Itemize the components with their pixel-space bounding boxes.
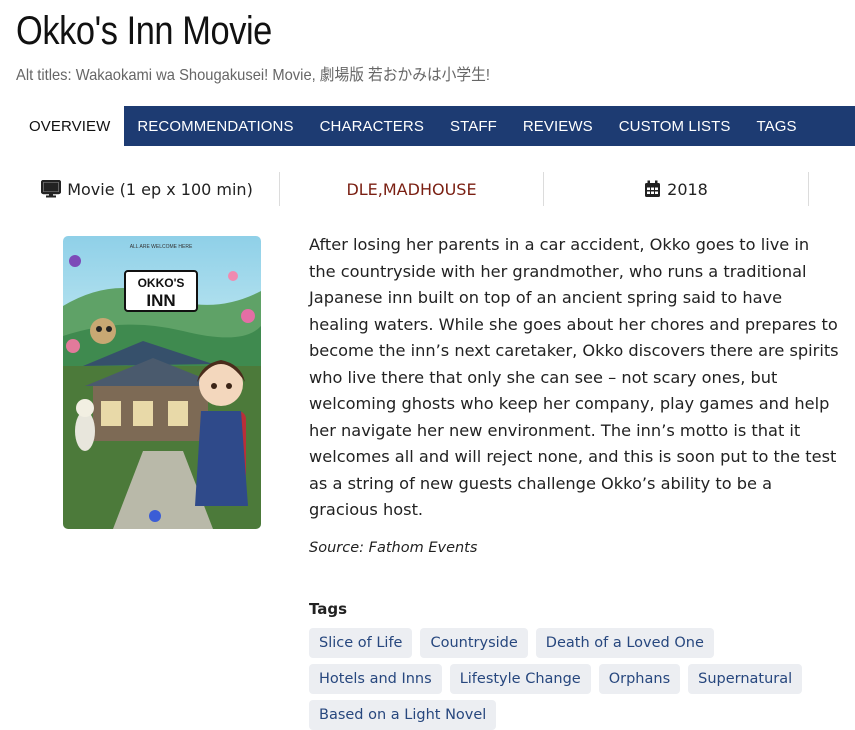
- tab-navigation: OVERVIEW RECOMMENDATIONS CHARACTERS STAF…: [15, 106, 855, 146]
- tag-countryside[interactable]: Countryside: [420, 628, 528, 658]
- info-bar: Movie (1 ep x 100 min) DLE, MADHOUSE 201…: [15, 172, 841, 206]
- year-info: 2018: [544, 172, 809, 206]
- tab-tags[interactable]: TAGS: [744, 106, 810, 146]
- tag-supernatural[interactable]: Supernatural: [688, 664, 803, 694]
- studio-link-dle[interactable]: DLE: [346, 180, 377, 199]
- poster-logo-line2: INN: [146, 291, 175, 310]
- page-title: Okko's Inn Movie: [16, 9, 272, 53]
- synopsis-source: Source: Fathom Events: [309, 540, 478, 556]
- poster-logo-line1: OKKO'S: [138, 276, 185, 290]
- poster-tagline: ALL ARE WELCOME HERE: [130, 244, 193, 250]
- tab-staff[interactable]: STAFF: [437, 106, 510, 146]
- type-info: Movie (1 ep x 100 min): [15, 172, 280, 206]
- release-year: 2018: [667, 179, 708, 199]
- tag-death-of-a-loved-one[interactable]: Death of a Loved One: [535, 628, 714, 658]
- tab-reviews[interactable]: REVIEWS: [510, 106, 606, 146]
- synopsis: After losing her parents in a car accide…: [309, 235, 839, 519]
- tags-list: Slice of Life Countryside Death of a Lov…: [309, 628, 849, 730]
- studio-link-madhouse[interactable]: MADHOUSE: [383, 180, 477, 199]
- monitor-icon: [41, 180, 62, 198]
- alt-titles-value: Wakaokami wa Shougakusei! Movie, 劇場版 若おか…: [75, 67, 490, 84]
- alt-titles-label: Alt titles:: [16, 67, 72, 84]
- tab-overview[interactable]: OVERVIEW: [15, 106, 125, 146]
- tag-hotels-and-inns[interactable]: Hotels and Inns: [309, 664, 442, 694]
- alt-titles: Alt titles: Wakaokami wa Shougakusei! Mo…: [16, 64, 490, 88]
- studios-info: DLE, MADHOUSE: [280, 172, 544, 206]
- tab-custom-lists[interactable]: CUSTOM LISTS: [606, 106, 744, 146]
- calendar-icon: [645, 180, 661, 197]
- tag-lifestyle-change[interactable]: Lifestyle Change: [449, 664, 591, 694]
- tab-recommendations[interactable]: RECOMMENDATIONS: [124, 106, 306, 146]
- poster-image[interactable]: ALL ARE WELCOME HERE OKKO'S INN: [63, 236, 261, 529]
- tag-slice-of-life[interactable]: Slice of Life: [309, 628, 413, 658]
- media-type: Movie (1 ep x 100 min): [67, 179, 253, 199]
- tag-based-on-a-light-novel[interactable]: Based on a Light Novel: [309, 700, 497, 730]
- tab-characters[interactable]: CHARACTERS: [307, 106, 437, 146]
- tag-orphans[interactable]: Orphans: [598, 664, 681, 694]
- tags-heading: Tags: [309, 600, 348, 618]
